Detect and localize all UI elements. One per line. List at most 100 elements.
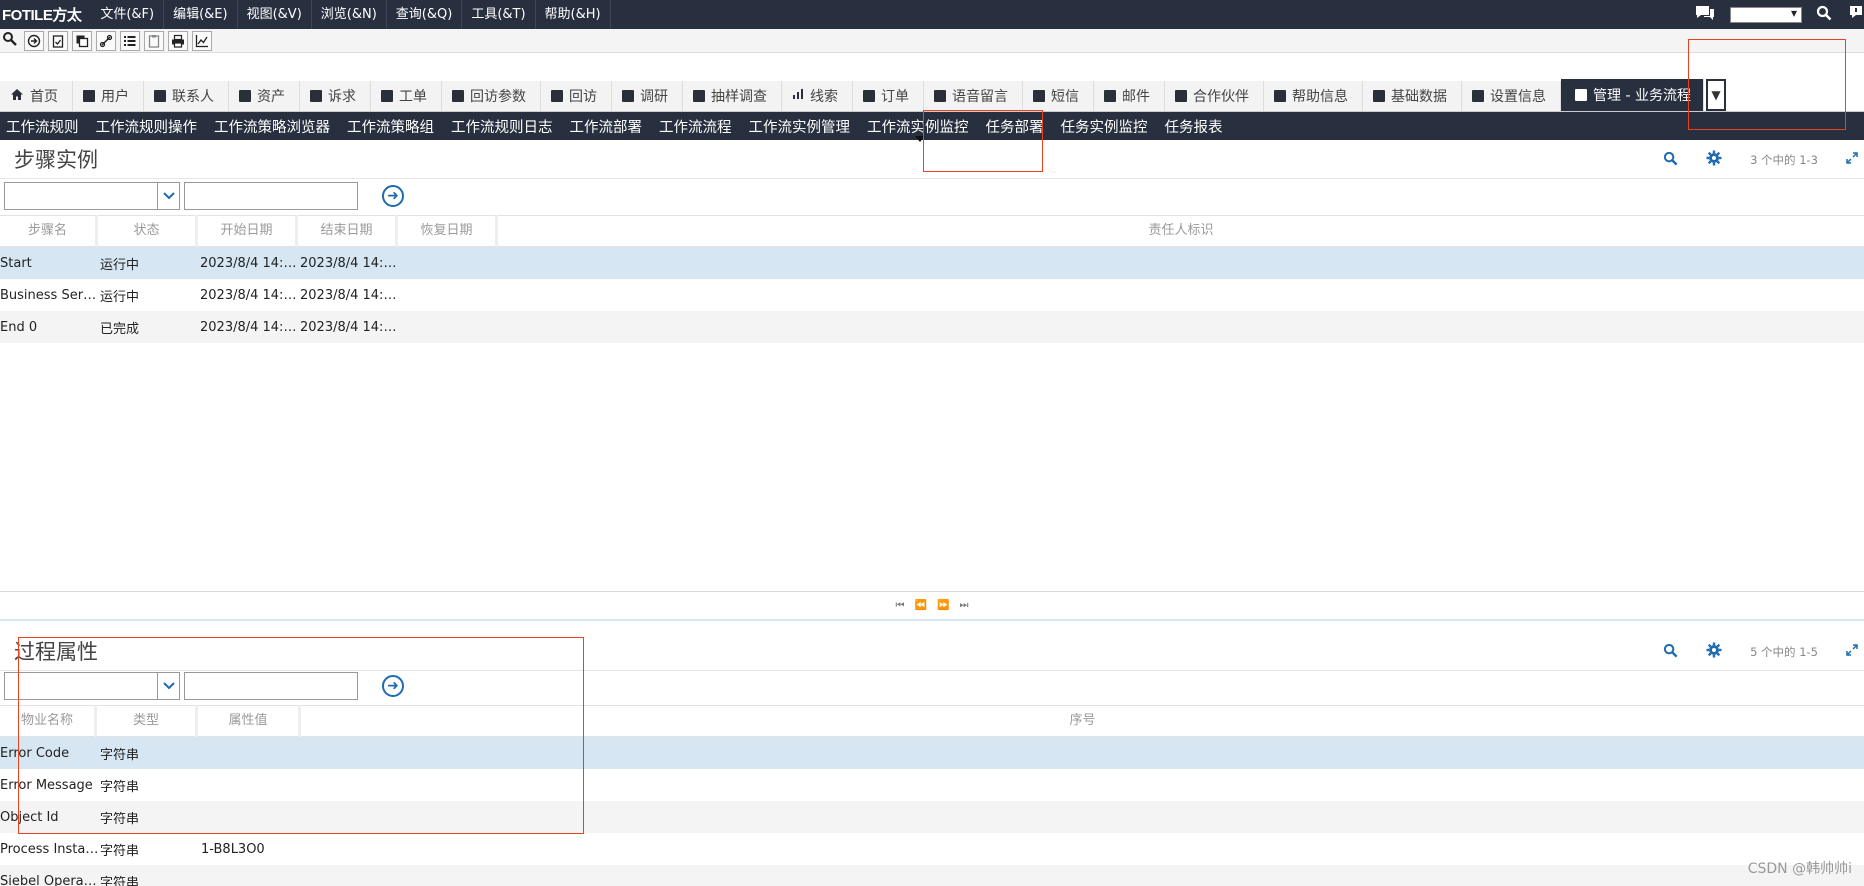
next-page-icon[interactable]: ⏩	[937, 600, 949, 611]
column-header[interactable]: 结束日期	[298, 215, 398, 247]
tab-square-icon	[154, 90, 166, 102]
tab-email[interactable]: 邮件	[1094, 81, 1165, 111]
tab-orders[interactable]: 订单	[853, 81, 924, 111]
first-page-icon[interactable]: ⏮	[896, 600, 905, 611]
table-row[interactable]: Start 运行中 2023/8/4 14:49... 2023/8/4 14:…	[0, 247, 1864, 279]
menubar-dropdown[interactable]	[1730, 6, 1802, 23]
clipboard-check-icon[interactable]	[48, 30, 68, 51]
link-icon[interactable]	[96, 30, 116, 51]
expand-icon[interactable]	[1846, 152, 1858, 167]
subnav-workflow-policy-group[interactable]: 工作流策略组	[341, 116, 445, 137]
subnav-task-instance-monitor[interactable]: 任务实例监控	[1055, 116, 1159, 137]
tab-home[interactable]: 首页	[0, 81, 73, 111]
gear-icon[interactable]	[1706, 642, 1722, 661]
search-icon[interactable]	[1663, 151, 1678, 169]
tab-callback[interactable]: 回访	[541, 81, 612, 111]
subnav-task-deployment[interactable]: 任务部署	[980, 116, 1055, 137]
query-value-input[interactable]	[184, 182, 358, 210]
subnav-task-report[interactable]: 任务报表	[1159, 116, 1234, 137]
tab-complaints[interactable]: 诉求	[300, 81, 371, 111]
table-row[interactable]: Error Message 字符串	[0, 769, 1864, 801]
subnav-workflow-rule-log[interactable]: 工作流规则日志	[445, 116, 564, 137]
tab-admin-business-process[interactable]: 管理 - 业务流程	[1561, 79, 1704, 111]
table-row[interactable]: Siebel Operatio... 字符串	[0, 865, 1864, 886]
menu-edit[interactable]: 编辑(&E)	[164, 0, 238, 29]
clipboard-icon[interactable]	[144, 30, 164, 51]
table-row[interactable]: End 0 已完成 2023/8/4 14:50... 2023/8/4 14:…	[0, 311, 1864, 343]
tab-base-data[interactable]: 基础数据	[1363, 81, 1462, 111]
process-properties-grid: 物业名称 类型 属性值 序号 Error Code 字符串 Error Mess…	[0, 705, 1864, 886]
tab-work-orders[interactable]: 工单	[371, 81, 442, 111]
go-arrow-icon[interactable]: ➜	[382, 185, 404, 207]
tab-square-icon	[452, 90, 464, 102]
tab-label: 首页	[30, 89, 58, 105]
query-field-select[interactable]	[4, 672, 180, 700]
chart-icon[interactable]	[192, 30, 212, 51]
subnav-workflow-instance-monitor[interactable]: 工作流实例监控	[861, 116, 980, 142]
column-header[interactable]: 属性值	[198, 705, 301, 737]
subnav-workflow-deployment[interactable]: 工作流部署	[564, 116, 654, 137]
gear-icon[interactable]	[1706, 150, 1722, 169]
subnav-workflow-process[interactable]: 工作流流程	[653, 116, 743, 137]
search-icon[interactable]	[1816, 5, 1832, 25]
menu-tools[interactable]: 工具(&T)	[462, 0, 536, 29]
tab-partners[interactable]: 合作伙伴	[1165, 81, 1264, 111]
previous-page-icon[interactable]: ⏪	[915, 600, 927, 611]
table-row[interactable]: Business Servi... 运行中 2023/8/4 14:49... …	[0, 279, 1864, 311]
subnav-workflow-instance-admin[interactable]: 工作流实例管理	[743, 116, 862, 137]
menu-help[interactable]: 帮助(&H)	[536, 0, 611, 29]
tab-research[interactable]: 调研	[612, 81, 683, 111]
cell-status: 已完成	[100, 321, 140, 337]
tab-sampling-survey[interactable]: 抽样调查	[683, 81, 782, 111]
tab-help-info[interactable]: 帮助信息	[1264, 81, 1363, 111]
column-header[interactable]: 物业名称	[0, 705, 97, 737]
tab-settings-info[interactable]: 设置信息	[1462, 81, 1561, 111]
tab-voicemail[interactable]: 语音留言	[924, 81, 1023, 111]
subnav-workflow-rules[interactable]: 工作流规则	[0, 116, 90, 137]
menu-navigate[interactable]: 浏览(&N)	[312, 0, 387, 29]
table-row[interactable]: Error Code 字符串	[0, 737, 1864, 769]
tab-assets[interactable]: 资产	[229, 81, 300, 111]
notification-icon[interactable]	[1848, 4, 1864, 26]
last-page-icon[interactable]: ⏭	[959, 600, 968, 611]
tab-leads[interactable]: 线索	[782, 81, 853, 111]
tab-sms[interactable]: 短信	[1023, 81, 1094, 111]
menu-view[interactable]: 视图(&V)	[238, 0, 312, 29]
column-header[interactable]: 责任人标识	[498, 215, 1864, 247]
expand-icon[interactable]	[1846, 644, 1858, 659]
menu-query[interactable]: 查询(&Q)	[387, 0, 463, 29]
query-row: ➜	[4, 182, 404, 210]
cell-end-date: 2023/8/4 14:49...	[300, 255, 400, 271]
query-value-input[interactable]	[184, 672, 358, 700]
go-arrow-icon[interactable]: ➜	[382, 675, 404, 697]
column-header[interactable]: 序号	[301, 705, 1864, 737]
tab-callback-params[interactable]: 回访参数	[442, 81, 541, 111]
list-icon[interactable]	[120, 30, 140, 51]
column-header[interactable]: 步骤名	[0, 215, 98, 247]
applet-title: 步骤实例	[14, 148, 98, 172]
tab-users[interactable]: 用户	[73, 81, 144, 111]
menu-file[interactable]: 文件(&F)	[91, 0, 165, 29]
table-row[interactable]: Process Instan... 字符串 1-B8L3O0	[0, 833, 1864, 865]
tab-contacts[interactable]: 联系人	[144, 81, 229, 111]
column-header[interactable]: 状态	[98, 215, 198, 247]
table-row[interactable]: Object Id 字符串	[0, 801, 1864, 833]
column-header[interactable]: 类型	[97, 705, 198, 737]
chevron-down-icon	[157, 183, 179, 209]
query-field-select[interactable]	[4, 182, 180, 210]
print-icon[interactable]	[168, 30, 188, 51]
subnav-workflow-policy-browser[interactable]: 工作流策略浏览器	[208, 116, 341, 137]
copy-icon[interactable]	[72, 30, 92, 51]
chat-icon[interactable]	[1694, 4, 1716, 26]
column-header[interactable]: 恢复日期	[398, 215, 498, 247]
column-header[interactable]: 开始日期	[198, 215, 298, 247]
applet-controls: 5 个中的 1-5	[1663, 642, 1858, 661]
subnav-workflow-rule-actions[interactable]: 工作流规则操作	[90, 116, 209, 137]
search-icon[interactable]	[1663, 643, 1678, 661]
go-to-icon[interactable]	[24, 30, 44, 51]
menu-bar: FOTILE方太 文件(&F) 编辑(&E) 视图(&V) 浏览(&N) 查询(…	[0, 0, 1864, 29]
query-icon[interactable]	[2, 31, 18, 51]
tab-overflow-dropdown[interactable]: ▼	[1705, 79, 1726, 111]
tab-label: 用户	[101, 89, 129, 105]
cell-property-name: Object Id	[0, 809, 59, 825]
